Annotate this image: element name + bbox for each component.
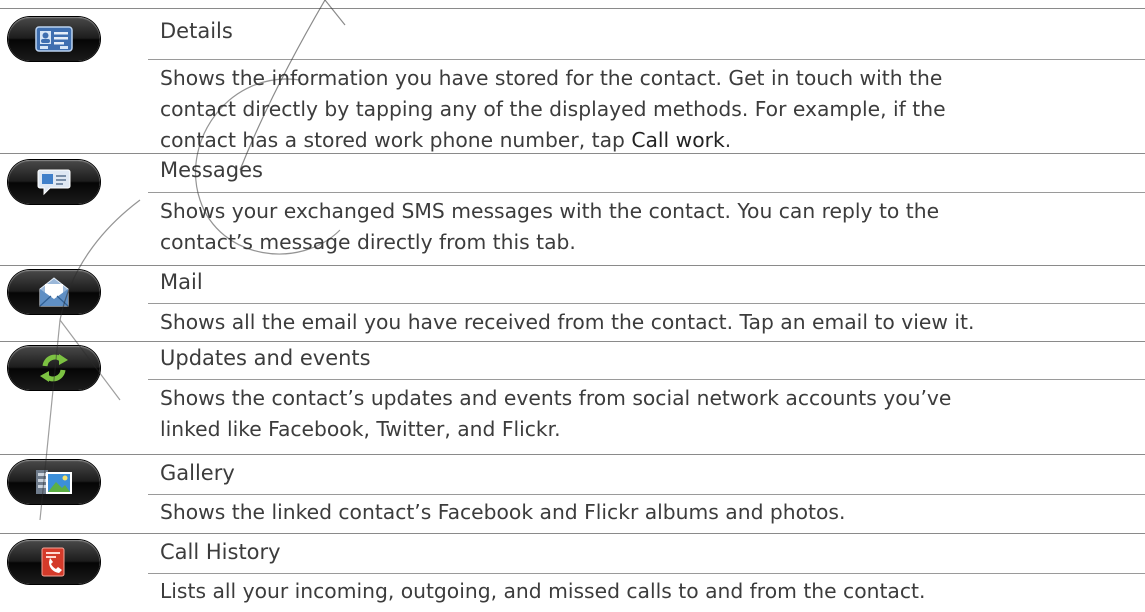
mail-envelope-icon[interactable] xyxy=(8,270,100,314)
row-description: Shows all the email you have received fr… xyxy=(160,310,975,334)
row-title: Updates and events xyxy=(160,346,371,370)
divider xyxy=(148,303,1145,304)
message-bubble-icon[interactable] xyxy=(8,160,100,204)
divider xyxy=(148,379,1145,380)
row-description: Shows the information you have stored fo… xyxy=(160,63,1139,156)
divider xyxy=(148,573,1145,574)
divider xyxy=(148,494,1145,495)
row-messages: Messages Shows your exchanged SMS messag… xyxy=(0,153,1145,265)
row-description: Shows your exchanged SMS messages with t… xyxy=(160,199,940,254)
row-updates-and-events: Updates and events Shows the contact’s u… xyxy=(0,341,1145,454)
row-title: Mail xyxy=(160,270,203,294)
divider xyxy=(148,59,1145,60)
refresh-arrows-icon[interactable] xyxy=(8,346,100,390)
photo-gallery-icon[interactable] xyxy=(8,460,100,504)
contact-card-icon[interactable] xyxy=(8,17,100,61)
row-title: Messages xyxy=(160,158,263,182)
row-description: Lists all your incoming, outgoing, and m… xyxy=(160,579,926,603)
description-text: Shows the information you have stored fo… xyxy=(160,66,946,152)
row-call-history: Call History Lists all your incoming, ou… xyxy=(0,533,1145,612)
row-mail: Mail Shows all the email you have receiv… xyxy=(0,265,1145,341)
row-details: Details Shows the information you have s… xyxy=(0,8,1145,153)
row-gallery: Gallery Shows the linked contact’s Faceb… xyxy=(0,454,1145,533)
call-work-keyword: Call work xyxy=(631,128,725,152)
row-title: Call History xyxy=(160,540,281,564)
row-title: Details xyxy=(160,19,233,43)
divider xyxy=(148,192,1145,193)
row-description: Shows the contact’s updates and events f… xyxy=(160,386,952,441)
description-end: . xyxy=(724,128,732,152)
row-title: Gallery xyxy=(160,461,235,485)
row-description: Shows the linked contact’s Facebook and … xyxy=(160,500,846,524)
call-history-icon[interactable] xyxy=(8,540,100,584)
